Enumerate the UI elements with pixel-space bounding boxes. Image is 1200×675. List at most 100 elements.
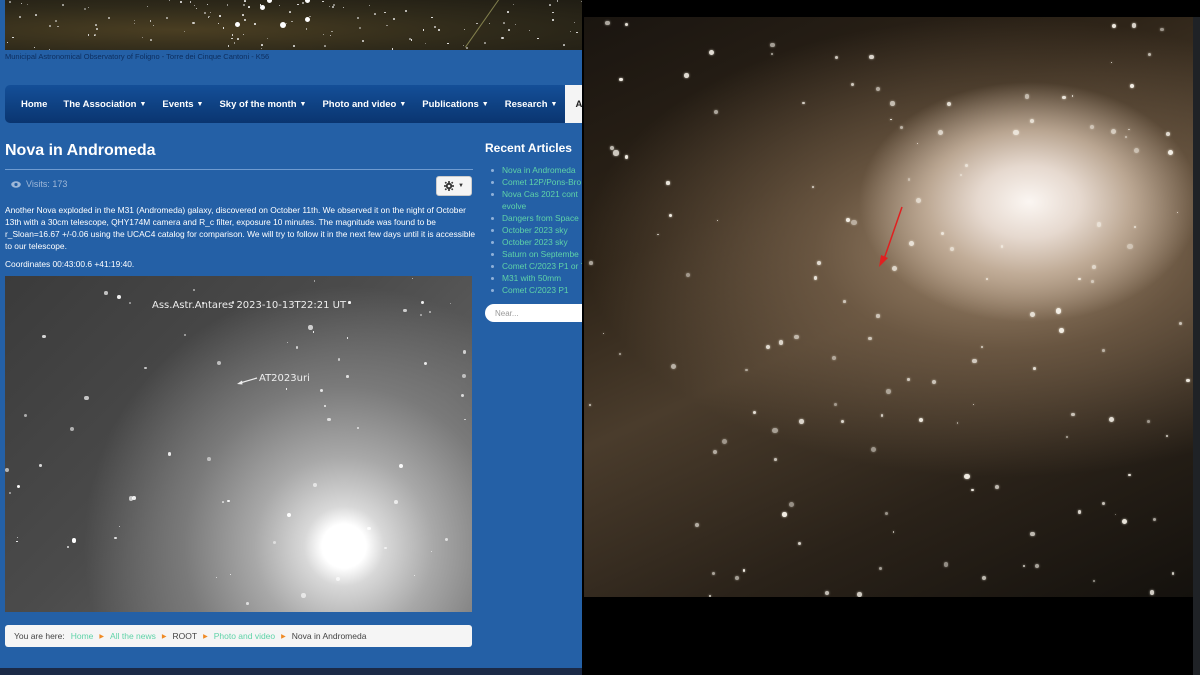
star	[236, 37, 239, 40]
star	[714, 109, 719, 114]
eye-icon	[11, 180, 21, 188]
star	[551, 19, 555, 22]
star	[356, 16, 359, 19]
recent-article-link[interactable]: Comet C/2023 P1 or 7	[491, 260, 582, 272]
star	[83, 8, 86, 11]
star	[286, 341, 289, 344]
bright-star	[305, 0, 310, 3]
recent-article-link[interactable]: M31 with 50mm	[491, 272, 582, 284]
main-navbar: Home The Association ▼ Events ▼ Sky of the mo…	[5, 85, 582, 123]
star	[1186, 379, 1190, 383]
m31-color-photo[interactable]	[584, 17, 1193, 597]
article-tools-button[interactable]: ▼	[436, 176, 472, 196]
star	[5, 467, 10, 472]
star	[1034, 564, 1039, 569]
star	[242, 34, 244, 36]
breadcrumb-item: ROOT	[172, 631, 198, 641]
star	[347, 301, 351, 304]
star	[772, 427, 778, 434]
star	[537, 37, 539, 40]
star	[907, 178, 910, 181]
nav-item-home[interactable]: Home	[13, 85, 55, 123]
star	[391, 48, 394, 50]
recent-article-link[interactable]: Nova Cas 2021 cont evolve	[491, 188, 582, 212]
star	[285, 388, 288, 390]
nav-item-publications[interactable]: Publications ▼	[414, 85, 496, 123]
star	[273, 540, 277, 544]
star	[420, 300, 424, 304]
recent-article-link[interactable]: Nova in Andromeda	[491, 164, 582, 176]
breadcrumb-item[interactable]: Home	[71, 631, 94, 641]
star	[309, 15, 311, 17]
nav-item-all-the[interactable]: All the	[565, 85, 582, 123]
recent-article-link[interactable]: Saturn on Septembe	[491, 248, 582, 260]
star	[503, 22, 505, 24]
star	[1071, 95, 1074, 97]
star	[618, 352, 621, 356]
star	[338, 524, 341, 527]
recent-article-link[interactable]: Comet 12P/Pons-Bro	[491, 176, 582, 188]
star	[1128, 128, 1130, 131]
star	[685, 273, 691, 278]
star	[1102, 501, 1106, 506]
header-banner-image	[5, 0, 582, 50]
star	[165, 17, 168, 19]
star	[488, 22, 491, 25]
star	[1121, 518, 1128, 525]
star	[20, 3, 23, 5]
star	[476, 23, 478, 25]
star	[842, 300, 846, 304]
star	[167, 451, 172, 456]
star	[708, 594, 711, 597]
recent-article-link[interactable]: Dangers from Space	[491, 212, 582, 224]
star	[114, 537, 117, 540]
nav-item-research[interactable]: Research ▼	[497, 85, 566, 123]
star	[907, 378, 910, 381]
nova-observation-image[interactable]: Ass.Astr.Antares 2023-10-13T22:21 UT AT2…	[5, 276, 472, 612]
star	[1029, 119, 1035, 124]
star	[229, 573, 231, 575]
nav-item-the-association[interactable]: The Association ▼	[55, 85, 154, 123]
star	[890, 118, 892, 121]
star	[425, 42, 427, 44]
star	[232, 34, 234, 36]
star	[322, 0, 324, 3]
star	[18, 16, 21, 18]
nav-item-events[interactable]: Events ▼	[154, 85, 211, 123]
nav-item-photo-and-video[interactable]: Photo and video ▼	[314, 85, 414, 123]
caret-down-icon: ▼	[196, 100, 204, 108]
red-arrow-annotation-icon	[879, 206, 903, 267]
star	[35, 13, 37, 16]
star	[1058, 328, 1064, 334]
star	[972, 358, 978, 364]
recent-articles-heading: Recent Articles	[485, 141, 572, 155]
star	[850, 82, 855, 87]
search-input[interactable]	[485, 304, 582, 322]
nav-item-sky-of-the-month[interactable]: Sky of the month ▼	[211, 85, 314, 123]
star	[589, 403, 592, 406]
star	[462, 350, 467, 355]
star	[946, 102, 951, 107]
star	[346, 337, 349, 339]
star	[413, 574, 416, 577]
star	[403, 308, 407, 313]
breadcrumb-item[interactable]: All the news	[110, 631, 156, 641]
star	[146, 6, 148, 8]
star	[218, 14, 221, 17]
star	[940, 232, 944, 236]
recent-article-link[interactable]: Comet C/2023 P1	[491, 284, 582, 296]
star	[222, 501, 225, 504]
breadcrumb-item[interactable]: Photo and video	[214, 631, 275, 641]
scrollbar[interactable]	[1193, 17, 1200, 675]
star	[193, 289, 195, 291]
recent-article-link[interactable]: October 2023 sky	[491, 236, 582, 248]
star	[1101, 349, 1105, 353]
recent-article-link[interactable]: October 2023 sky	[491, 224, 582, 236]
star	[890, 101, 895, 106]
star	[899, 126, 904, 130]
star	[431, 16, 433, 19]
caret-down-icon: ▼	[139, 100, 147, 108]
star	[42, 334, 46, 339]
nav-item-label: Sky of the month	[219, 98, 297, 110]
star	[742, 568, 746, 572]
